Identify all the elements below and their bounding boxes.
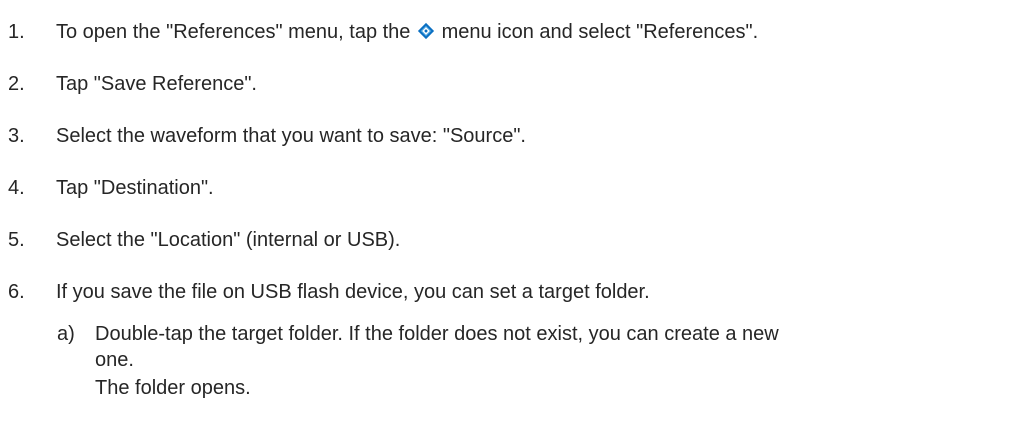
- substep-label: a): [57, 323, 75, 345]
- substep-text-line-1: Double-tap the target folder. If the fol…: [95, 323, 779, 345]
- step-text: If you save the file on USB flash device…: [56, 281, 650, 303]
- step-text: To open the "References" menu, tap the m…: [56, 18, 758, 46]
- substep-text-line-2: one.: [95, 349, 134, 371]
- step-number: 5.: [8, 229, 25, 251]
- step-text-after-icon: menu icon and select "References".: [441, 21, 759, 43]
- substep-result: The folder opens.: [95, 377, 251, 399]
- step-number: 3.: [8, 125, 25, 147]
- step-number: 1.: [8, 21, 25, 43]
- step-text: Tap "Save Reference".: [56, 73, 257, 95]
- step-number: 2.: [8, 73, 25, 95]
- menu-diamond-icon: [417, 22, 435, 40]
- step-text: Select the "Location" (internal or USB).: [56, 229, 401, 251]
- step-text: Select the waveform that you want to sav…: [56, 125, 526, 147]
- step-number: 6.: [8, 281, 25, 303]
- step-text-before-icon: To open the "References" menu, tap the: [56, 21, 411, 43]
- step-number: 4.: [8, 177, 25, 199]
- step-text: Tap "Destination".: [56, 177, 214, 199]
